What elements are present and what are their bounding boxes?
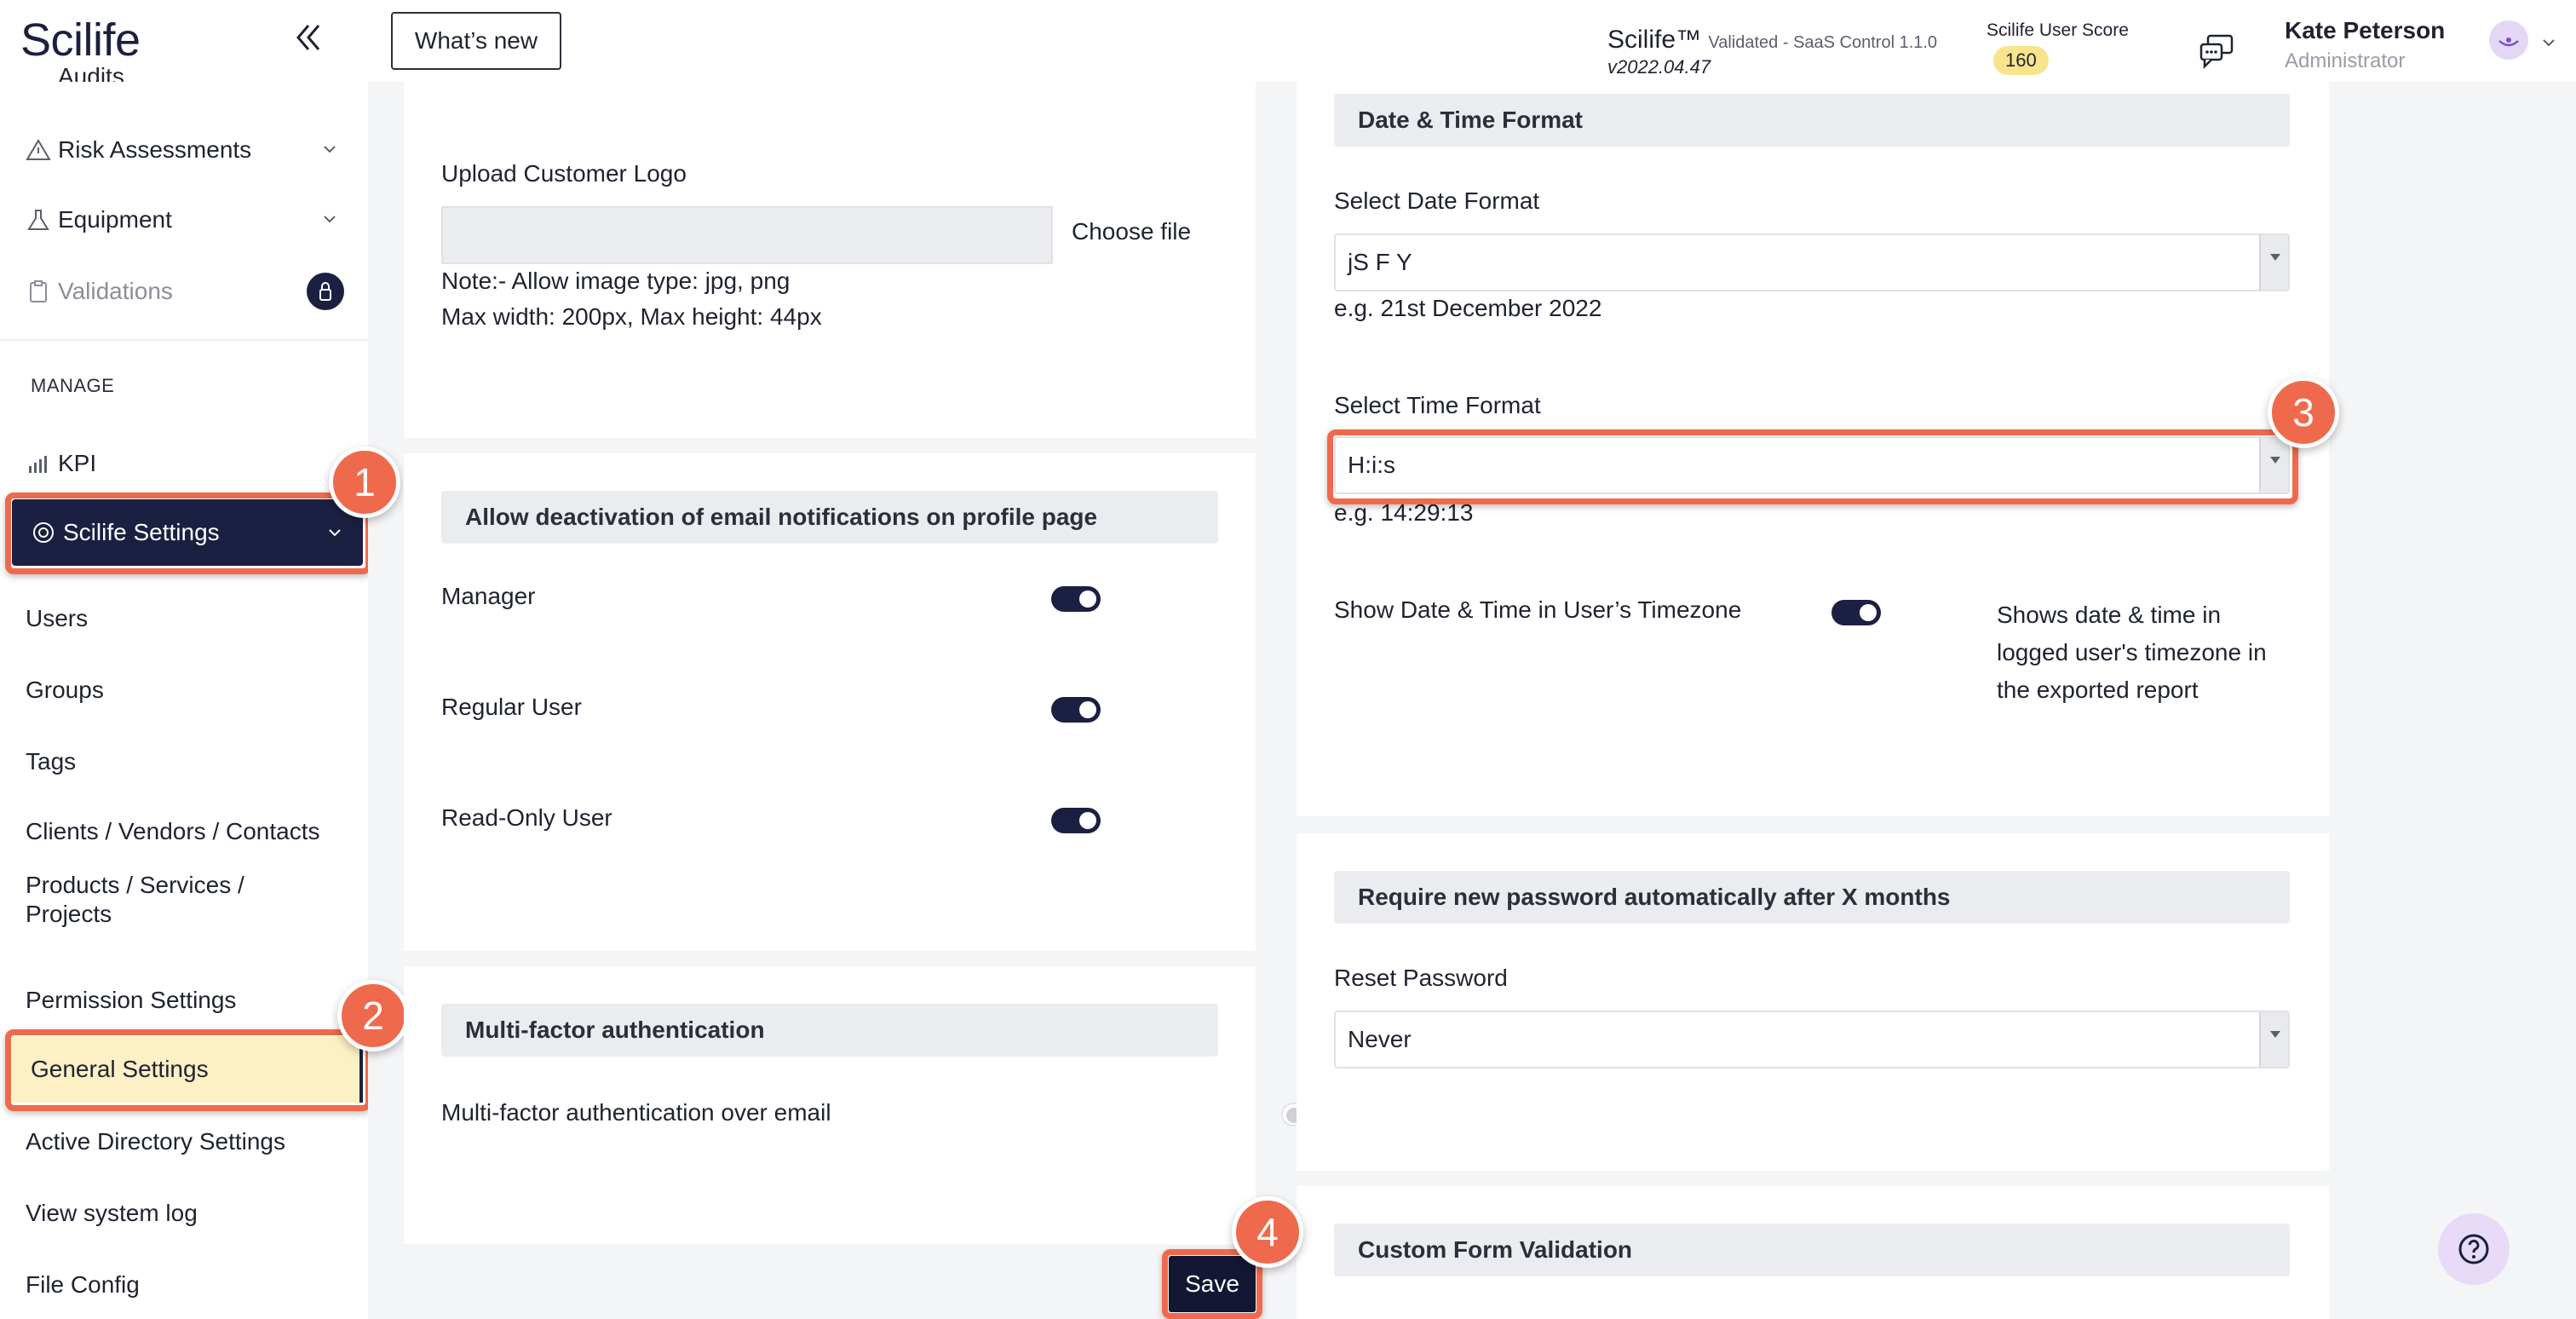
logo-note-size: Max width: 200px, Max height: 44px: [441, 303, 822, 330]
chat-icon[interactable]: [2196, 31, 2237, 72]
sidebar-item-equipment[interactable]: Equipment: [26, 194, 356, 245]
highlight-frame: [5, 1029, 368, 1111]
custom-form-validation-header: Custom Form Validation: [1334, 1224, 2290, 1276]
regular-user-toggle[interactable]: [1051, 697, 1101, 723]
sidebar-item-validations[interactable]: Validations: [26, 266, 356, 317]
sidebar-item-audits[interactable]: Audits: [26, 53, 356, 82]
manager-label: Manager: [441, 583, 536, 609]
time-format-label: Select Time Format: [1334, 392, 1541, 418]
sidebar: Scilife Audits Risk Assessments Equipmen…: [0, 0, 368, 1319]
customer-logo-card: Upload Customer Logo Choose file Note:- …: [404, 82, 1256, 438]
top-bar: What’s new Scilife™ Validated - SaaS Con…: [368, 0, 2576, 82]
sidebar-item-groups[interactable]: Groups: [26, 665, 356, 716]
sidebar-item-clients-vendors-contacts[interactable]: Clients / Vendors / Contacts: [26, 806, 356, 857]
timezone-toggle[interactable]: [1831, 600, 1881, 625]
sidebar-item-general-settings[interactable]: General Settings: [5, 1029, 368, 1111]
select-arrow-icon: [2259, 235, 2288, 290]
sidebar-item-products-services-projects[interactable]: Products / Services / Projects: [26, 872, 356, 927]
step-badge-3: 3: [2268, 377, 2339, 448]
step-badge-2: 2: [337, 980, 409, 1051]
chevron-down-icon[interactable]: [2540, 34, 2557, 51]
custom-form-validation-card: Custom Form Validation: [1297, 1186, 2329, 1319]
reset-password-select[interactable]: Never: [1334, 1011, 2290, 1068]
chevron-down-icon: [324, 216, 336, 223]
question-icon: [2458, 1234, 2489, 1264]
sidebar-item-scilife-settings[interactable]: Scilife Settings: [5, 492, 368, 574]
upload-logo-title: Upload Customer Logo: [441, 160, 687, 187]
mfa-header: Multi-factor authentication: [441, 1004, 1218, 1057]
read-only-user-toggle[interactable]: [1051, 808, 1101, 833]
highlight-frame: [5, 492, 368, 574]
flask-icon: [27, 210, 49, 230]
sidebar-item-permission-settings[interactable]: Permission Settings: [26, 975, 356, 1026]
warning-icon: [26, 139, 51, 160]
timezone-help-text: Shows date & time in logged user's timez…: [1997, 602, 2267, 703]
collapse-sidebar-icon[interactable]: [290, 19, 327, 56]
lock-badge: [307, 273, 344, 310]
mfa-email-label: Multi-factor authentication over email: [441, 1099, 831, 1126]
sidebar-item-users[interactable]: Users: [26, 593, 356, 644]
logo-note-type: Note:- Allow image type: jpg, png: [441, 268, 791, 294]
sidebar-item-kpi[interactable]: KPI: [26, 438, 356, 489]
user-score: Scilife User Score 160: [1987, 20, 2129, 75]
email-notifications-header: Allow deactivation of email notification…: [441, 491, 1218, 544]
bar-chart-icon: [29, 456, 47, 473]
sidebar-divider: [0, 339, 368, 341]
chevron-down-icon: [324, 146, 336, 153]
choose-file-button[interactable]: Choose file: [1072, 218, 1191, 245]
sidebar-item-active-directory-settings[interactable]: Active Directory Settings: [26, 1116, 356, 1167]
read-only-user-label: Read-Only User: [441, 804, 612, 831]
reset-password-label: Reset Password: [1334, 965, 1508, 991]
highlight-frame: [1327, 429, 2298, 504]
date-format-select[interactable]: jS F Y: [1334, 233, 2290, 291]
select-arrow-icon: [2259, 1012, 2288, 1067]
sidebar-item-risk-assessments[interactable]: Risk Assessments: [26, 124, 356, 176]
date-time-format-header: Date & Time Format: [1334, 94, 2290, 147]
date-format-label: Select Date Format: [1334, 187, 1540, 214]
user-info[interactable]: Kate Peterson Administrator: [2285, 17, 2445, 73]
step-badge-4: 4: [1232, 1196, 1303, 1268]
file-name-field[interactable]: [441, 206, 1053, 264]
manager-toggle[interactable]: [1051, 586, 1101, 612]
step-badge-1: 1: [329, 446, 400, 518]
version-info: Scilife™ Validated - SaaS Control 1.1.0 …: [1607, 26, 1938, 78]
lock-icon: [319, 282, 331, 301]
timezone-label: Show Date & Time in User’s Timezone: [1334, 596, 1742, 623]
date-format-example: e.g. 21st December 2022: [1334, 295, 1602, 321]
regular-user-label: Regular User: [441, 694, 582, 720]
manage-section-label: MANAGE: [31, 375, 115, 396]
score-badge: 160: [1993, 46, 2049, 75]
clipboard-icon: [30, 280, 47, 302]
whats-new-button[interactable]: What’s new: [391, 12, 561, 70]
avatar[interactable]: [2489, 20, 2528, 60]
eye-icon: [2498, 37, 2519, 47]
mfa-card: Multi-factor authentication Multi-factor…: [404, 966, 1331, 1244]
password-expiry-card: Require new password automatically after…: [1297, 833, 2329, 1171]
email-notifications-card: Allow deactivation of email notification…: [404, 453, 1256, 951]
password-expiry-header: Require new password automatically after…: [1334, 871, 2290, 924]
sidebar-item-tags[interactable]: Tags: [26, 736, 356, 787]
sidebar-item-view-system-log[interactable]: View system log: [26, 1188, 356, 1239]
sidebar-item-file-config[interactable]: File Config: [26, 1259, 356, 1310]
help-button[interactable]: [2438, 1213, 2510, 1285]
